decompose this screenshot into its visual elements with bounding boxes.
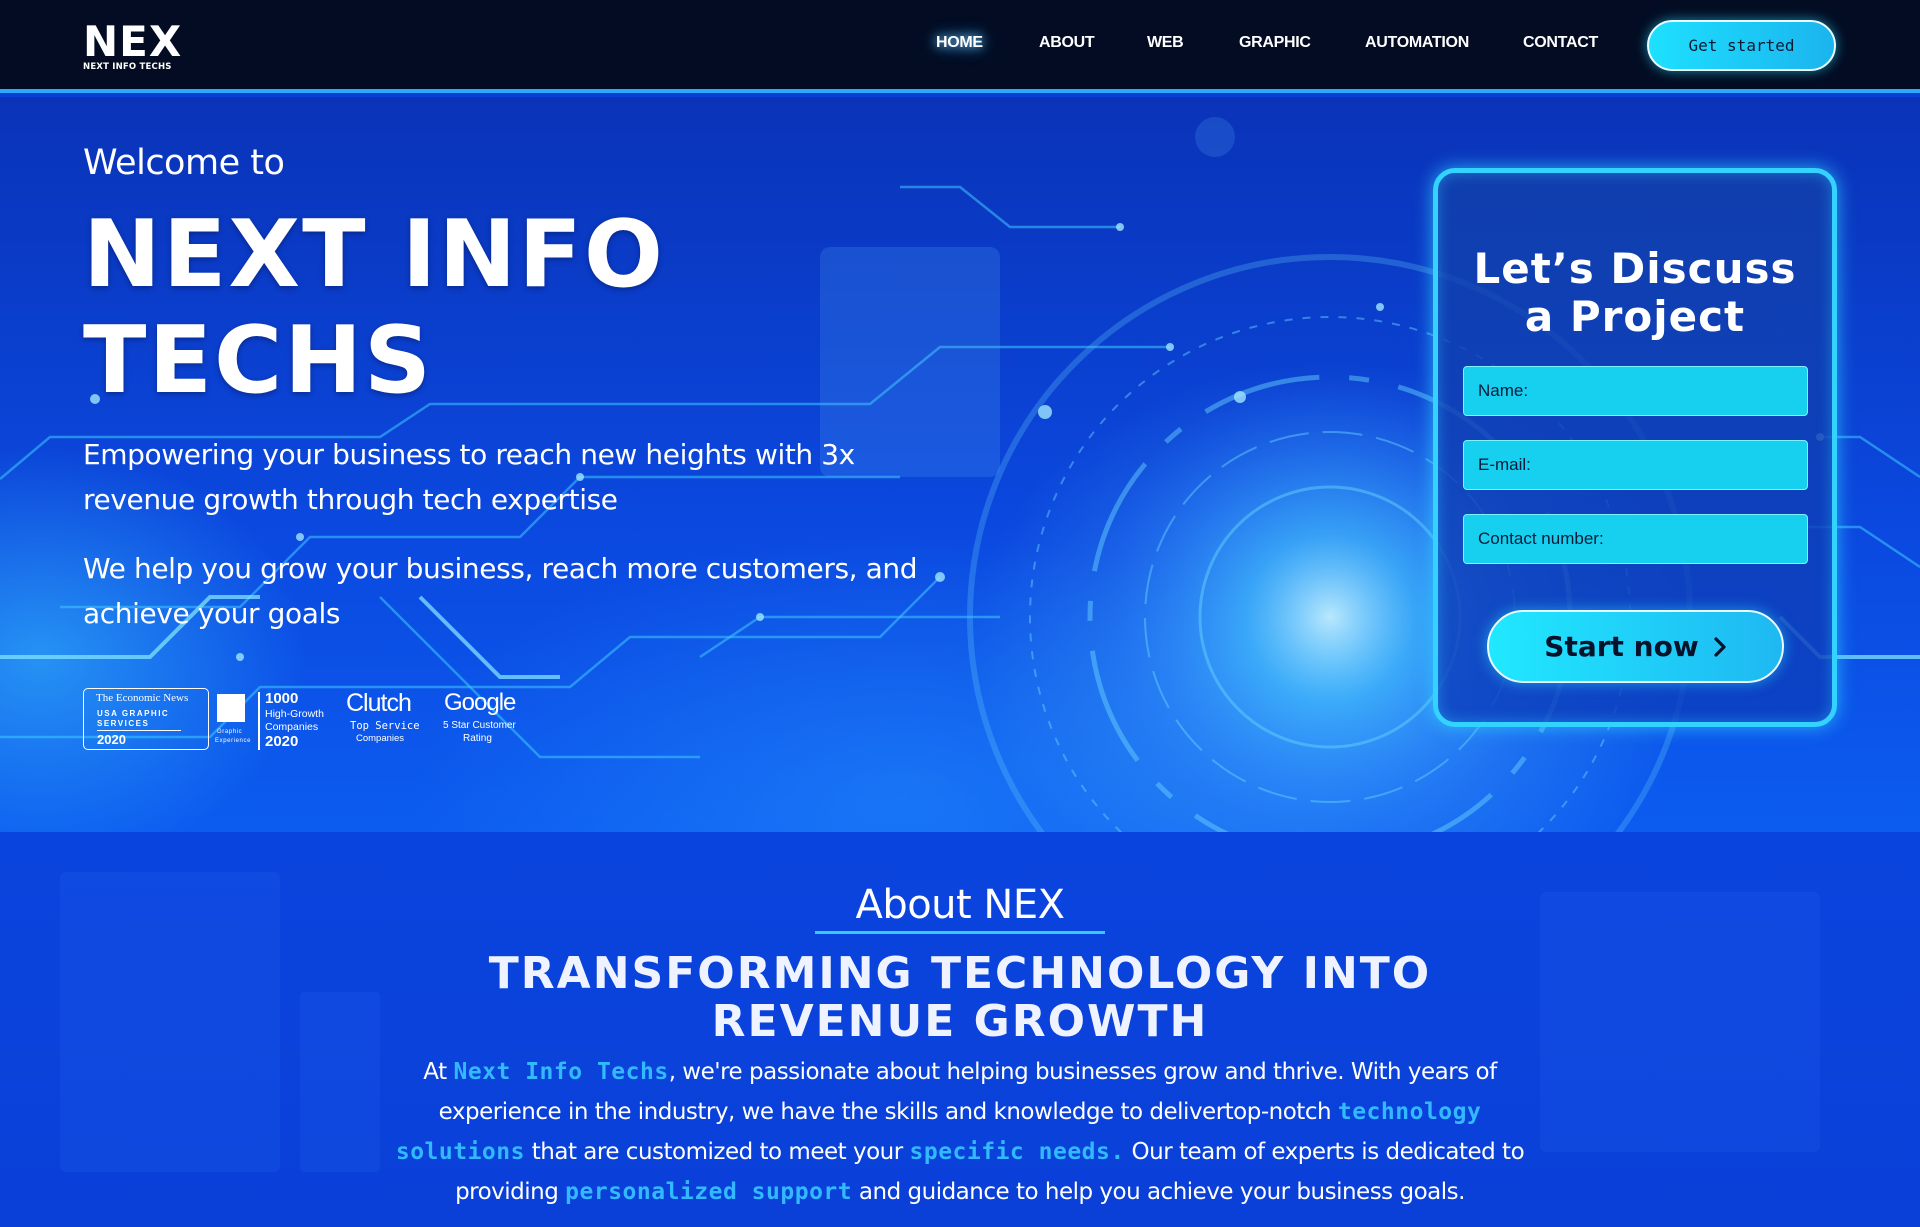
about-text-3: that are customized to meet your [524,1139,910,1165]
graphic-caption-1: Graphic [217,729,243,735]
graphic-caption-2: Experience [215,738,252,744]
growth-line-1: High-Growth [265,708,324,720]
economic-news-line1: USA GRAPHIC [97,709,170,718]
google-line-2: Rating [463,733,492,744]
about-title: TRANSFORMING TECHNOLOGY INTO REVENUE GRO… [0,950,1920,1046]
nav-graphic[interactable]: GRAPHIC [1239,34,1311,52]
google-logo: Google [444,689,516,716]
hero-title: NEXT INFO TECHS [83,201,843,413]
form-title: Let’s Discuss a Project [1438,245,1832,341]
clutch-logo: Clutch [346,689,412,717]
economic-news-line2: SERVICES [97,719,150,728]
about-highlight-needs: specific needs. [909,1139,1125,1165]
get-started-button[interactable]: Get started [1647,20,1836,71]
hero-title-line2: TECHS [83,306,434,414]
graphic-experience-logo [217,694,245,722]
nav-contact[interactable]: CONTACT [1523,34,1598,52]
chevron-right-icon [1714,636,1726,657]
nav-web[interactable]: WEB [1147,34,1184,52]
growth-number: 1000 [265,690,299,707]
name-field[interactable] [1463,366,1808,416]
google-line-1: 5 Star Customer [443,720,516,731]
about-title-line1: TRANSFORMING TECHNOLOGY INTO [488,948,1432,999]
nav-about[interactable]: ABOUT [1039,34,1095,52]
award-badges: The Economic News USA GRAPHIC SERVICES 2… [83,688,533,754]
about-highlight-support: personalized support [565,1179,853,1205]
logo-wordmark: NEX [83,17,183,66]
clutch-line-2: Companies [356,733,405,744]
about-highlight-company: Next Info Techs [453,1059,669,1085]
about-title-line2: REVENUE GROWTH [711,996,1209,1047]
project-form-card: Let’s Discuss a Project Start now [1433,168,1837,727]
economic-news-year: 2020 [97,732,126,747]
logo[interactable]: NEX NEXT INFO TECHS [83,17,193,73]
economic-news-badge: The Economic News USA GRAPHIC SERVICES 2… [83,688,209,750]
about-text-5: and guidance to help you achieve your bu… [852,1179,1466,1205]
email-field[interactable] [1463,440,1808,490]
about-section: About NEX TRANSFORMING TECHNOLOGY INTO R… [0,832,1920,1227]
hero-subtitle-2: We help you grow your business, reach mo… [83,552,918,630]
nav-automation[interactable]: AUTOMATION [1365,34,1469,52]
form-title-line2: a Project [1524,292,1746,341]
hero-title-line1: NEXT INFO [83,200,665,308]
start-now-label: Start now [1544,630,1699,663]
economic-news-title: The Economic News [96,692,189,704]
about-text-1: At [423,1059,454,1085]
nav-home[interactable]: HOME [936,34,983,52]
about-body: At Next Info Techs, we're passionate abo… [395,1052,1525,1212]
welcome-text: Welcome to [83,143,285,183]
economic-news-divider [97,730,181,731]
about-kicker: About NEX [855,882,1065,928]
site-header: NEX NEXT INFO TECHS HOME ABOUT WEB GRAPH… [0,0,1920,93]
clutch-line-1: Top Service [350,720,420,732]
badge-divider [258,692,260,750]
contact-number-field[interactable] [1463,514,1808,564]
start-now-button[interactable]: Start now [1487,610,1784,683]
growth-line-2: Companies [265,721,319,733]
growth-year: 2020 [265,733,299,750]
form-title-line1: Let’s Discuss [1473,244,1797,293]
about-underline [815,931,1105,934]
hero-subtitle-1: Empowering your business to reach new he… [83,438,855,516]
